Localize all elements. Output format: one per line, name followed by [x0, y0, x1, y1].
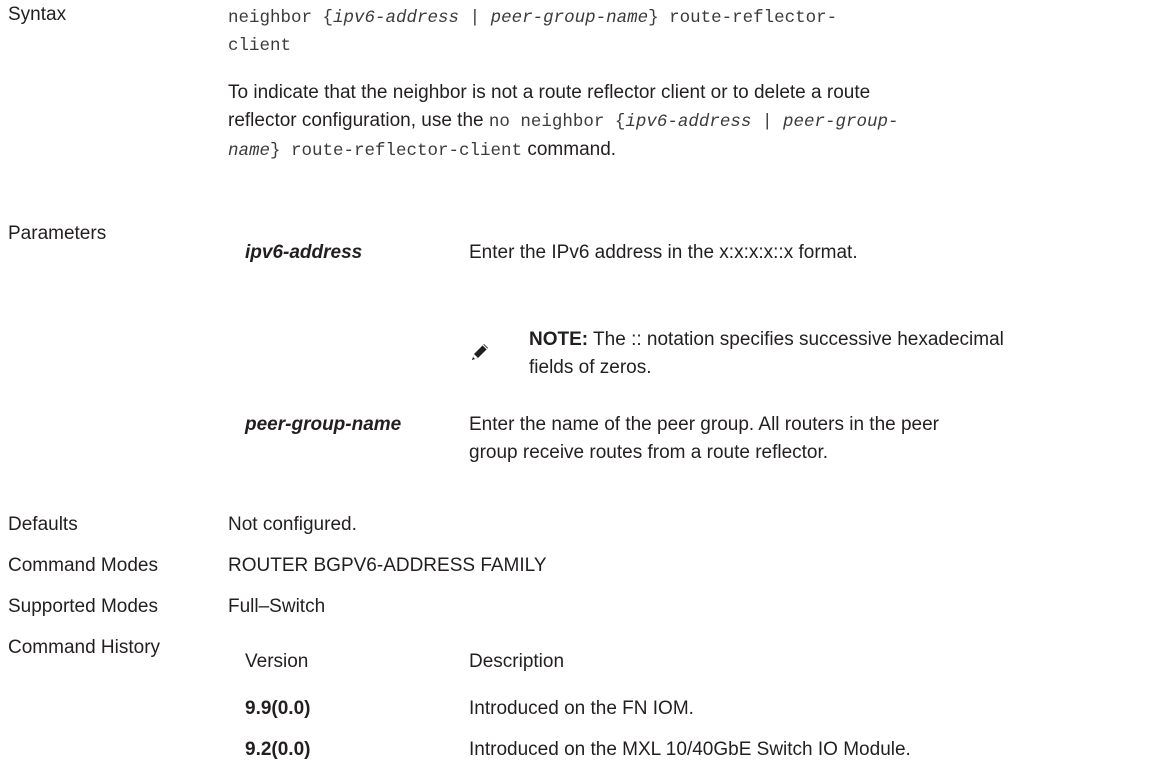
defaults-label: Defaults — [8, 514, 78, 535]
history-header-description: Description — [469, 651, 565, 672]
syntax-command-line-2: client — [228, 36, 292, 56]
note-line-2: fields of zeros. — [529, 357, 652, 378]
history-description-2: Introduced on the MXL 10/40GbE Switch IO… — [469, 739, 911, 760]
history-description-1: Introduced on the FN IOM. — [469, 698, 694, 719]
syntax-desc-line-1: To indicate that the neighbor is not a r… — [228, 82, 871, 103]
note-label: NOTE: — [529, 329, 589, 350]
param-desc-ipv6-address: Enter the IPv6 address in the x:x:x:x::x… — [469, 242, 858, 263]
syntax-command: neighbor {ipv6-address | peer-group-name… — [228, 4, 1128, 60]
history-version-1: 9.9(0.0) — [245, 698, 311, 719]
history-version-2: 9.2(0.0) — [245, 739, 311, 760]
supported-modes-value: Full–Switch — [228, 596, 326, 617]
syntax-desc-line-2: reflector configuration, use the no neig… — [228, 110, 899, 132]
supported-modes-label: Supported Modes — [8, 596, 158, 617]
syntax-label: Syntax — [8, 4, 67, 25]
command-modes-value: ROUTER BGPV6-ADDRESS FAMILY — [228, 555, 547, 576]
parameters-label: Parameters — [8, 223, 107, 244]
syntax-command-line-1: neighbor {ipv6-address | peer-group-name… — [228, 8, 838, 28]
note-text: NOTE: The :: notation specifies successi… — [529, 326, 1129, 382]
syntax-description: To indicate that the neighbor is not a r… — [228, 79, 1128, 165]
syntax-desc-line-3: name} route-reflector-client command. — [228, 139, 617, 161]
command-modes-label: Command Modes — [8, 555, 158, 576]
param-desc-peer-group-name: Enter the name of the peer group. All ro… — [469, 414, 940, 463]
defaults-value: Not configured. — [228, 514, 357, 535]
note-line-1: NOTE: The :: notation specifies successi… — [529, 329, 1004, 350]
param-name-peer-group-name: peer-group-name — [245, 414, 402, 435]
command-history-label: Command History — [8, 637, 161, 658]
param-name-ipv6-address: ipv6-address — [245, 242, 363, 263]
pencil-note-icon — [472, 344, 488, 360]
history-header-version: Version — [245, 651, 309, 672]
